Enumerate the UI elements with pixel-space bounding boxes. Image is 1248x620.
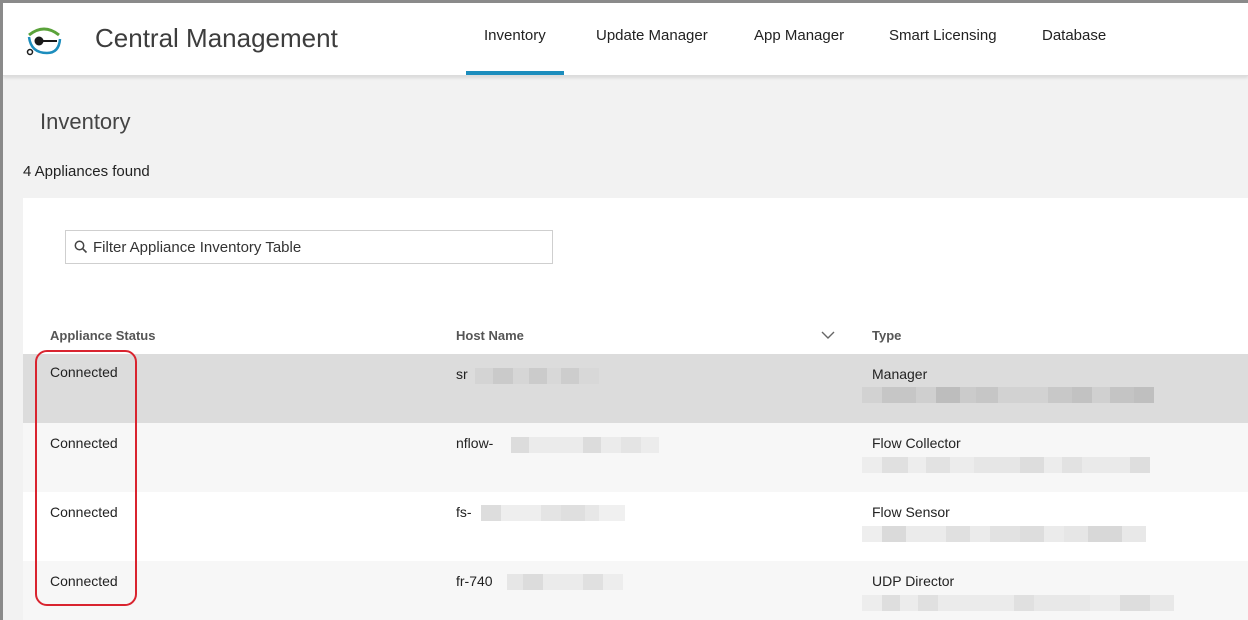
redacted-type-detail xyxy=(862,457,1150,473)
status-cell: Connected xyxy=(50,504,118,520)
table-row[interactable]: Connected sr Manager xyxy=(23,354,1248,423)
redacted-type-detail xyxy=(862,595,1174,611)
type-cell: UDP Director xyxy=(872,573,955,589)
host-name-cell: sr xyxy=(456,366,468,382)
redacted-host xyxy=(475,368,599,384)
column-header-host-name[interactable]: Host Name xyxy=(456,328,524,343)
app-title: Central Management xyxy=(95,23,338,53)
type-cell: Flow Collector xyxy=(872,435,961,451)
table-row[interactable]: Connected fr-740 UDP Director xyxy=(23,561,1248,620)
filter-input[interactable] xyxy=(91,237,535,257)
host-name-cell: fr-740 xyxy=(456,573,493,589)
tab-app-manager[interactable]: App Manager xyxy=(754,27,844,73)
status-cell: Connected xyxy=(50,364,118,380)
chevron-down-icon[interactable] xyxy=(821,330,835,340)
page-title: Inventory xyxy=(40,109,131,134)
status-cell: Connected xyxy=(50,435,118,451)
appliance-count: 4 Appliances found xyxy=(23,163,150,180)
filter-box[interactable] xyxy=(65,230,553,264)
type-cell: Flow Sensor xyxy=(872,504,950,520)
top-header: Central Management Inventory Update Mana… xyxy=(3,3,1248,76)
inventory-panel: Appliance Status Host Name Type Connecte… xyxy=(23,198,1248,620)
host-name-cell: fs- xyxy=(456,504,472,520)
tab-update-manager[interactable]: Update Manager xyxy=(596,27,708,73)
redacted-host xyxy=(511,437,659,453)
column-header-type[interactable]: Type xyxy=(872,328,901,343)
tab-smart-licensing[interactable]: Smart Licensing xyxy=(889,27,997,73)
column-header-appliance-status[interactable]: Appliance Status xyxy=(50,328,155,343)
redacted-type-detail xyxy=(862,387,1154,403)
status-cell: Connected xyxy=(50,573,118,589)
tab-inventory[interactable]: Inventory xyxy=(466,27,564,75)
host-name-cell: nflow- xyxy=(456,435,494,451)
redacted-host xyxy=(481,505,625,521)
redacted-host xyxy=(507,574,623,590)
table-row[interactable]: Connected nflow- Flow Collector xyxy=(23,423,1248,492)
type-cell: Manager xyxy=(872,366,928,382)
cisco-stealthwatch-logo-icon xyxy=(26,27,62,56)
tab-database[interactable]: Database xyxy=(1042,27,1106,73)
redacted-type-detail xyxy=(862,526,1146,542)
table-row[interactable]: Connected fs- Flow Sensor xyxy=(23,492,1248,561)
search-icon xyxy=(74,240,88,254)
app-window: Central Management Inventory Update Mana… xyxy=(0,0,1248,620)
